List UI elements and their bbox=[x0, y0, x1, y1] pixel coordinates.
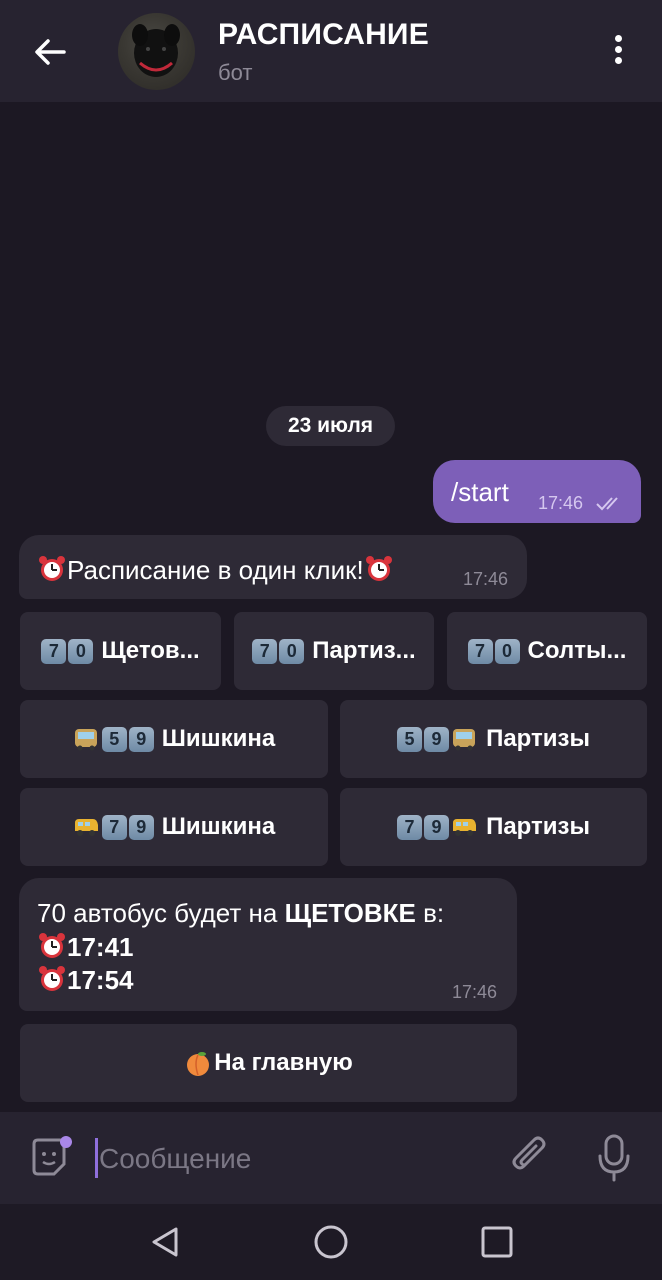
keycap-icon: 7 bbox=[467, 638, 493, 664]
keycap-icon: 7 bbox=[397, 814, 423, 840]
attach-button[interactable] bbox=[506, 1134, 554, 1182]
button-label: Шишкина bbox=[161, 725, 276, 752]
keycap-icon: 7 bbox=[252, 638, 278, 664]
dot-icon bbox=[614, 46, 622, 53]
minibus-icon bbox=[74, 819, 98, 836]
route-70-soltysa-button[interactable]: 70 Солты... bbox=[447, 612, 647, 690]
chat-title[interactable]: РАСПИСАНИЕ bbox=[218, 18, 429, 52]
message-time: 17:46 bbox=[538, 493, 584, 513]
button-label: Щетов... bbox=[101, 637, 200, 664]
home-button[interactable]: На главную bbox=[20, 1024, 517, 1102]
microphone-icon bbox=[598, 1134, 630, 1182]
keycap-icon: 0 bbox=[68, 638, 94, 664]
circle-home-icon bbox=[314, 1225, 348, 1259]
route-79-shishkina-button[interactable]: 79 Шишкина bbox=[20, 788, 328, 866]
route-70-partizany-button[interactable]: 70 Партиз... bbox=[234, 612, 434, 690]
date-chip: 23 июля bbox=[266, 406, 395, 446]
button-label: Партизы bbox=[486, 813, 590, 840]
keycap-icon: 7 bbox=[41, 638, 67, 664]
dot-icon bbox=[614, 35, 622, 42]
route-79-partizany-button[interactable]: 79 Партизы bbox=[340, 788, 647, 866]
route-59-partizany-button[interactable]: 59 Партизы bbox=[340, 700, 647, 778]
system-recents-button[interactable] bbox=[479, 1224, 515, 1260]
square-recents-icon bbox=[481, 1226, 513, 1258]
alarm-clock-icon bbox=[39, 966, 65, 991]
departure-time: 17:54 bbox=[37, 964, 134, 996]
button-label: Партиз... bbox=[312, 637, 416, 664]
departure-time-value: 17:41 bbox=[67, 932, 134, 962]
peach-icon bbox=[187, 1052, 210, 1076]
keycap-icon: 0 bbox=[494, 638, 520, 664]
message-input-bar bbox=[0, 1112, 662, 1204]
alarm-clock-icon bbox=[39, 556, 65, 581]
keycap-icon: 0 bbox=[279, 638, 305, 664]
alarm-clock-icon bbox=[365, 556, 392, 581]
system-back-button[interactable] bbox=[148, 1224, 184, 1260]
minibus-icon bbox=[453, 819, 477, 836]
system-home-button[interactable] bbox=[313, 1224, 349, 1260]
button-label: Шишкина bbox=[161, 813, 276, 840]
bus-front-icon bbox=[74, 729, 97, 751]
chat-header: РАСПИСАНИЕ бот bbox=[0, 0, 662, 102]
route-70-shchetovka-button[interactable]: 70 Щетов... bbox=[20, 612, 221, 690]
button-label: Солты... bbox=[527, 637, 627, 664]
message-time: 17:46 bbox=[452, 982, 498, 1002]
button-label: Партизы bbox=[486, 725, 590, 752]
departure-time: 17:41 bbox=[37, 931, 134, 963]
route-59-shishkina-button[interactable]: 59 Шишкина bbox=[20, 700, 328, 778]
system-navigation-bar bbox=[0, 1204, 662, 1280]
dot-icon bbox=[614, 57, 622, 64]
more-options-button[interactable] bbox=[604, 32, 632, 72]
incoming-message[interactable]: 70 автобус будет на ЩЕТОВКЕ в: 17:41 17:… bbox=[19, 878, 517, 1011]
sticker-icon bbox=[32, 1136, 72, 1176]
message-text: /start bbox=[451, 477, 509, 507]
bot-avatar[interactable] bbox=[118, 13, 195, 90]
keycap-icon: 5 bbox=[101, 726, 127, 752]
double-check-icon bbox=[596, 497, 618, 511]
sticker-button[interactable] bbox=[26, 1134, 74, 1182]
message-time: 17:46 bbox=[463, 569, 509, 589]
button-label: На главную bbox=[214, 1049, 353, 1076]
back-button[interactable] bbox=[28, 30, 72, 74]
message-line: 70 автобус будет на ЩЕТОВКЕ в: bbox=[37, 898, 444, 929]
back-arrow-icon bbox=[35, 39, 66, 65]
departure-time-value: 17:54 bbox=[67, 965, 134, 995]
dog-avatar-icon bbox=[132, 24, 180, 77]
keycap-icon: 9 bbox=[424, 726, 450, 752]
voice-record-button[interactable] bbox=[592, 1132, 636, 1184]
paperclip-icon bbox=[512, 1136, 546, 1170]
message-text: Расписание в один клик! bbox=[37, 554, 394, 586]
chat-subtitle: бот bbox=[218, 60, 253, 85]
keycap-icon: 9 bbox=[128, 814, 154, 840]
bus-front-icon bbox=[453, 729, 476, 751]
keycap-icon: 9 bbox=[424, 814, 450, 840]
message-text-prefix: 70 автобус будет на bbox=[37, 898, 285, 928]
triangle-back-icon bbox=[152, 1227, 178, 1257]
message-body: Расписание в один клик! bbox=[67, 555, 364, 585]
incoming-message[interactable]: Расписание в один клик! 17:46 bbox=[19, 535, 527, 599]
outgoing-message[interactable]: /start 17:46 bbox=[433, 460, 641, 523]
keycap-icon: 7 bbox=[101, 814, 127, 840]
stop-name: ЩЕТОВКЕ bbox=[284, 898, 416, 928]
text-caret bbox=[95, 1138, 98, 1178]
keycap-icon: 9 bbox=[128, 726, 154, 752]
keycap-icon: 5 bbox=[397, 726, 423, 752]
message-input[interactable] bbox=[99, 1138, 489, 1180]
message-text-suffix: в: bbox=[415, 898, 445, 928]
alarm-clock-icon bbox=[39, 933, 65, 958]
